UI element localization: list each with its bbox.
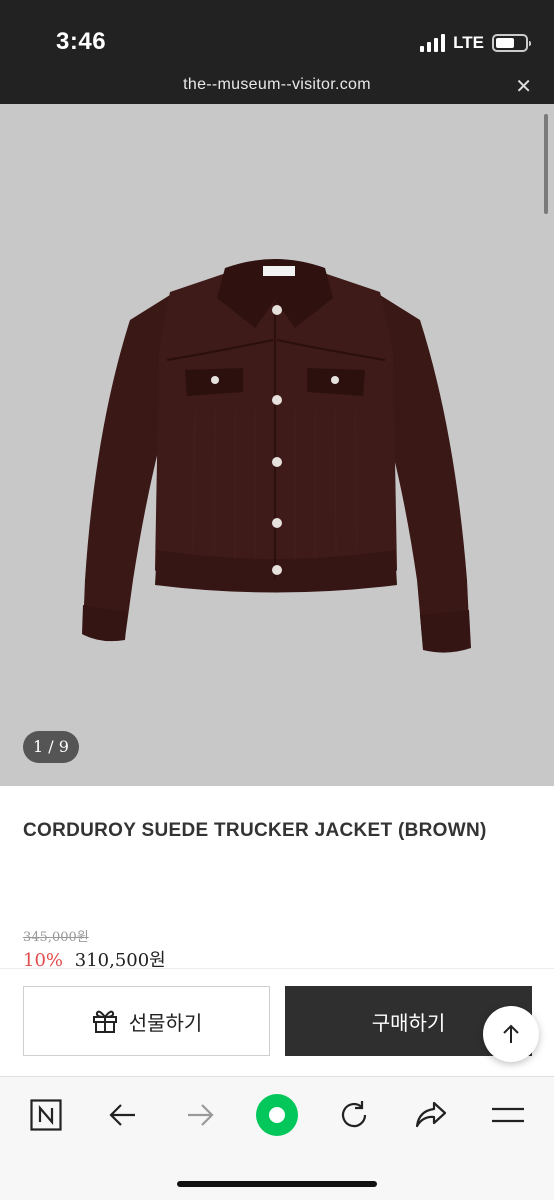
original-price: 345,000원: [23, 930, 89, 945]
home-indicator[interactable]: [177, 1181, 377, 1187]
signal-icon: [420, 34, 446, 52]
buy-button-label: 구매하기: [371, 1012, 446, 1035]
purchase-action-bar: 선물하기 구매하기: [0, 968, 554, 1076]
battery-level: [496, 38, 514, 48]
gift-button[interactable]: 선물하기: [23, 986, 270, 1056]
product-image-gallery[interactable]: 1 / 9: [0, 104, 554, 786]
menu-icon[interactable]: [484, 1091, 532, 1139]
browser-header: 3:46 LTE the--museum--visitor.com ✕: [0, 0, 554, 104]
image-counter: 1 / 9: [23, 731, 79, 763]
arrow-up-icon: [503, 1024, 519, 1043]
share-icon[interactable]: [407, 1091, 455, 1139]
product-title: CORDUROY SUEDE TRUCKER JACKET (BROWN): [23, 820, 487, 841]
jacket-image: [82, 259, 471, 653]
status-icons: LTE: [420, 32, 531, 54]
reload-icon[interactable]: [330, 1091, 378, 1139]
battery-icon: [492, 34, 531, 52]
close-icon[interactable]: ✕: [515, 74, 532, 99]
gift-icon: [92, 1010, 117, 1033]
forward-arrow-icon[interactable]: [176, 1091, 224, 1139]
scrollbar[interactable]: [544, 114, 548, 214]
browser-toolbar: [0, 1076, 554, 1200]
gift-button-label: 선물하기: [128, 1012, 203, 1035]
url-text[interactable]: the--museum--visitor.com: [0, 76, 554, 94]
status-time: 3:46: [56, 28, 107, 55]
network-label: LTE: [453, 33, 484, 52]
naver-home-icon[interactable]: [22, 1091, 70, 1139]
back-arrow-icon[interactable]: [99, 1091, 147, 1139]
green-dot-icon[interactable]: [253, 1091, 301, 1139]
scroll-top-button[interactable]: [483, 1006, 539, 1062]
